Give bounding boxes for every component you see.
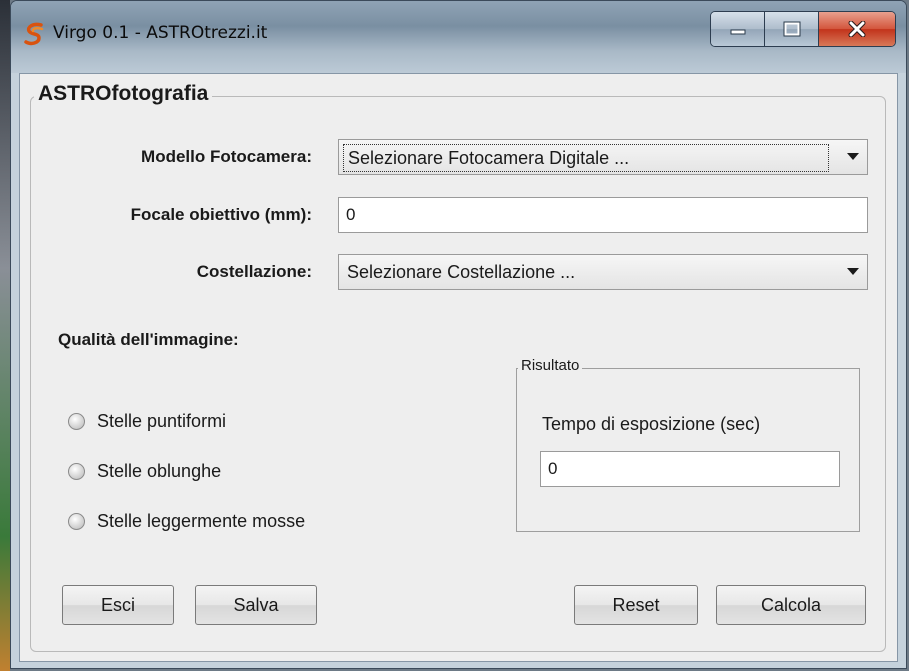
window-controls [710, 11, 896, 47]
exit-button[interactable]: Esci [62, 585, 174, 625]
calculate-button[interactable]: Calcola [716, 585, 866, 625]
exposure-time-label: Tempo di esposizione (sec) [542, 414, 761, 434]
radio-option-point-stars[interactable]: Stelle puntiformi [68, 411, 226, 432]
focal-length-input[interactable]: 0 [338, 197, 868, 233]
maximize-icon [783, 21, 800, 37]
app-window: Virgo 0.1 - ASTROtrezzi.it ASTROfotograf… [10, 0, 907, 669]
camera-model-value: Selezionare Fotocamera Digitale ... [343, 144, 829, 172]
radio-button[interactable] [68, 513, 85, 530]
radio-label: Stelle leggermente mosse [97, 511, 306, 531]
radio-label: Stelle oblunghe [97, 461, 222, 481]
camera-model-label: Modello Fotocamera: [141, 147, 312, 166]
exposure-time-output[interactable]: 0 [540, 451, 840, 487]
radio-option-slightly-moved-stars[interactable]: Stelle leggermente mosse [68, 511, 305, 532]
constellation-value: Selezionare Costellazione ... [347, 262, 576, 282]
group-title: ASTROfotografia [34, 82, 213, 106]
maximize-button[interactable] [765, 12, 819, 46]
minimize-icon [730, 29, 745, 35]
save-button[interactable]: Salva [195, 585, 317, 625]
close-icon [848, 21, 866, 37]
radio-button[interactable] [68, 413, 85, 430]
title-bar: Virgo 0.1 - ASTROtrezzi.it [11, 1, 906, 73]
result-group-title: Risultato [518, 357, 583, 374]
camera-model-select[interactable]: Selezionare Fotocamera Digitale ... [338, 139, 868, 175]
radio-option-oblong-stars[interactable]: Stelle oblunghe [68, 461, 221, 482]
focal-length-label: Focale obiettivo (mm): [130, 205, 312, 224]
close-button[interactable] [819, 12, 895, 46]
desktop-background [0, 0, 10, 671]
radio-button[interactable] [68, 463, 85, 480]
constellation-select[interactable]: Selezionare Costellazione ... [338, 254, 868, 290]
app-logo-icon [21, 21, 47, 47]
reset-button[interactable]: Reset [574, 585, 698, 625]
client-area: ASTROfotografia Modello Fotocamera: Sele… [19, 73, 898, 662]
window-title: Virgo 0.1 - ASTROtrezzi.it [53, 23, 268, 43]
chevron-down-icon [847, 268, 859, 275]
chevron-down-icon [847, 153, 859, 160]
radio-label: Stelle puntiformi [97, 411, 227, 431]
image-quality-label: Qualità dell'immagine: [58, 330, 239, 349]
constellation-label: Costellazione: [196, 262, 312, 281]
result-group [516, 368, 860, 532]
minimize-button[interactable] [711, 12, 765, 46]
